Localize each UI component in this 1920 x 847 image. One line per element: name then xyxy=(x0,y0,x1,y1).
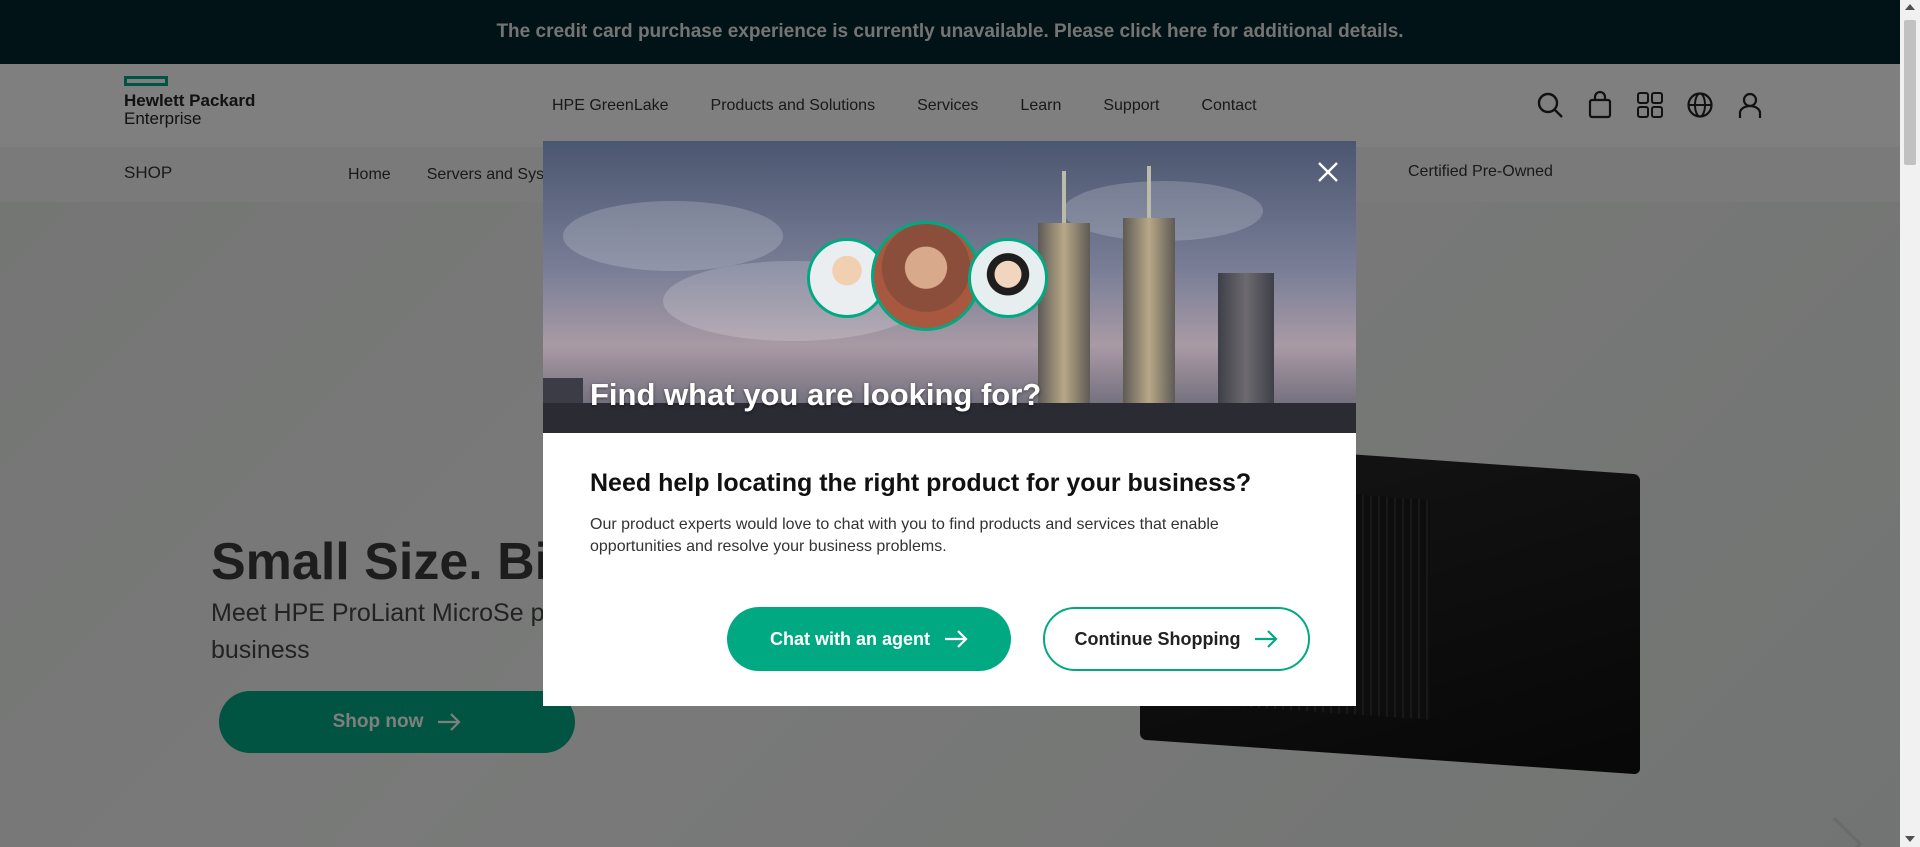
cloud xyxy=(563,201,783,271)
page-scrollbar[interactable] xyxy=(1900,0,1920,847)
spire-right xyxy=(1147,166,1151,218)
modal-body: Our product experts would love to chat w… xyxy=(590,516,1219,555)
arrow-right-icon xyxy=(944,630,968,648)
chat-button-label: Chat with an agent xyxy=(769,628,930,649)
modal-heading: Need help locating the right product for… xyxy=(590,469,1252,497)
modal-hero-title: Find what you are looking for? xyxy=(590,377,1042,412)
continue-button-label: Continue Shopping xyxy=(1074,628,1241,649)
close-icon[interactable] xyxy=(1313,157,1343,187)
tower-right xyxy=(1123,218,1175,433)
chat-with-agent-button[interactable]: Chat with an agent xyxy=(727,607,1011,671)
agent-avatar-2 xyxy=(871,221,981,331)
scroll-down-icon[interactable] xyxy=(1905,836,1915,842)
scrollbar-thumb[interactable] xyxy=(1904,20,1916,165)
agent-avatar-3 xyxy=(968,238,1048,318)
spire-left xyxy=(1062,171,1066,223)
continue-shopping-button[interactable]: Continue Shopping xyxy=(1043,607,1310,671)
modal-hero-image: Find what you are looking for? xyxy=(543,141,1356,433)
scroll-up-icon[interactable] xyxy=(1905,4,1915,10)
tower-left xyxy=(1038,223,1090,433)
arrow-right-icon xyxy=(1254,630,1279,648)
help-modal: Find what you are looking for? Need help… xyxy=(543,141,1356,706)
